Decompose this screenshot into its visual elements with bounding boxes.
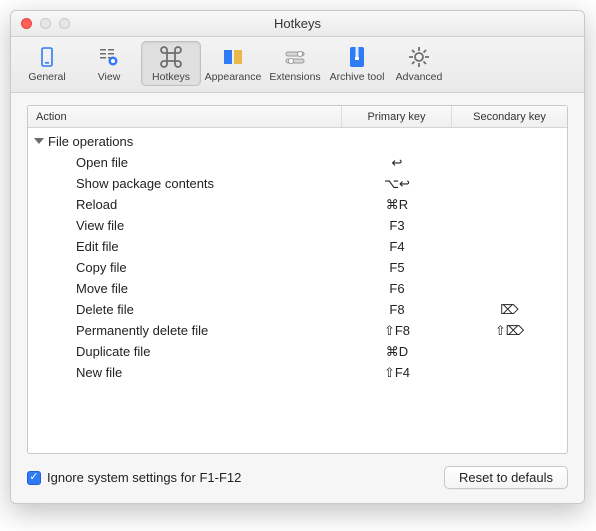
tab-appearance[interactable]: Appearance xyxy=(203,41,263,86)
table-row[interactable]: Edit fileF4 xyxy=(28,236,567,257)
window-controls xyxy=(21,18,70,29)
checkbox-icon: ✓ xyxy=(27,471,41,485)
tab-archive[interactable]: Archive tool xyxy=(327,41,387,86)
table-row[interactable]: Show package contents⌥↩ xyxy=(28,173,567,194)
tab-label: Extensions xyxy=(269,71,320,83)
ignore-fkeys-checkbox[interactable]: ✓ Ignore system settings for F1-F12 xyxy=(27,470,241,485)
preferences-window: Hotkeys General View Hotkeys Appearance Exte… xyxy=(10,10,585,504)
primary-key-cell[interactable]: F4 xyxy=(342,239,452,254)
action-cell: View file xyxy=(28,218,342,233)
table-row[interactable]: Delete fileF8⌦ xyxy=(28,299,567,320)
column-action[interactable]: Action xyxy=(28,106,342,127)
table-row[interactable]: Copy fileF5 xyxy=(28,257,567,278)
table-row[interactable]: View fileF3 xyxy=(28,215,567,236)
column-secondary[interactable]: Secondary key xyxy=(452,106,567,127)
tab-label: Hotkeys xyxy=(152,71,190,83)
tab-label: Archive tool xyxy=(330,71,385,83)
table-row[interactable]: Duplicate file⌘D xyxy=(28,341,567,362)
extensions-icon xyxy=(281,45,309,69)
table-row[interactable]: Permanently delete file⇧F8⇧⌦ xyxy=(28,320,567,341)
tab-label: Advanced xyxy=(396,71,443,83)
tab-general[interactable]: General xyxy=(17,41,77,86)
advanced-icon xyxy=(405,45,433,69)
view-icon xyxy=(95,45,123,69)
reset-defaults-button[interactable]: Reset to defauls xyxy=(444,466,568,489)
footer-row: ✓ Ignore system settings for F1-F12 Rese… xyxy=(27,454,568,489)
action-cell: Move file xyxy=(28,281,342,296)
primary-key-cell[interactable]: ⇧F4 xyxy=(342,365,452,381)
preferences-toolbar: General View Hotkeys Appearance Extensions Ar… xyxy=(11,37,584,93)
primary-key-cell[interactable]: ↩ xyxy=(342,155,452,171)
table-header: Action Primary key Secondary key xyxy=(28,106,567,128)
content-area: Action Primary key Secondary key File op… xyxy=(11,93,584,503)
disclosure-triangle-icon[interactable] xyxy=(34,138,44,144)
hotkeys-icon xyxy=(157,45,185,69)
tab-label: General xyxy=(28,71,65,83)
tab-hotkeys[interactable]: Hotkeys xyxy=(141,41,201,86)
table-body: File operationsOpen file↩Show package co… xyxy=(28,128,567,453)
titlebar: Hotkeys xyxy=(11,11,584,37)
primary-key-cell[interactable]: F6 xyxy=(342,281,452,296)
primary-key-cell[interactable]: ⌘R xyxy=(342,197,452,213)
group-label: File operations xyxy=(48,134,133,149)
table-row[interactable]: New file⇧F4 xyxy=(28,362,567,383)
minimize-window-button[interactable] xyxy=(40,18,51,29)
action-cell: Duplicate file xyxy=(28,344,342,359)
action-cell: Copy file xyxy=(28,260,342,275)
secondary-key-cell[interactable]: ⇧⌦ xyxy=(452,323,567,339)
action-cell: New file xyxy=(28,365,342,380)
primary-key-cell[interactable]: ⇧F8 xyxy=(342,323,452,339)
table-row[interactable]: Open file↩ xyxy=(28,152,567,173)
table-row[interactable]: Reload⌘R xyxy=(28,194,567,215)
tab-label: Appearance xyxy=(205,71,262,83)
primary-key-cell[interactable]: F8 xyxy=(342,302,452,317)
primary-key-cell[interactable]: ⌘D xyxy=(342,344,452,360)
hotkeys-table: Action Primary key Secondary key File op… xyxy=(27,105,568,454)
window-title: Hotkeys xyxy=(274,16,321,31)
action-cell: Open file xyxy=(28,155,342,170)
tab-extensions[interactable]: Extensions xyxy=(265,41,325,86)
tab-label: View xyxy=(98,71,121,83)
action-cell: Reload xyxy=(28,197,342,212)
checkbox-label: Ignore system settings for F1-F12 xyxy=(47,470,241,485)
tab-advanced[interactable]: Advanced xyxy=(389,41,449,86)
primary-key-cell[interactable]: F3 xyxy=(342,218,452,233)
action-cell: Permanently delete file xyxy=(28,323,342,338)
group-row[interactable]: File operations xyxy=(28,130,567,152)
zoom-window-button[interactable] xyxy=(59,18,70,29)
primary-key-cell[interactable]: ⌥↩ xyxy=(342,176,452,192)
column-primary[interactable]: Primary key xyxy=(342,106,452,127)
table-row[interactable]: Move fileF6 xyxy=(28,278,567,299)
primary-key-cell[interactable]: F5 xyxy=(342,260,452,275)
appearance-icon xyxy=(219,45,247,69)
action-cell: Show package contents xyxy=(28,176,342,191)
close-window-button[interactable] xyxy=(21,18,32,29)
general-icon xyxy=(33,45,61,69)
tab-view[interactable]: View xyxy=(79,41,139,86)
secondary-key-cell[interactable]: ⌦ xyxy=(452,302,567,318)
action-cell: Delete file xyxy=(28,302,342,317)
action-cell: Edit file xyxy=(28,239,342,254)
archive-icon xyxy=(343,45,371,69)
